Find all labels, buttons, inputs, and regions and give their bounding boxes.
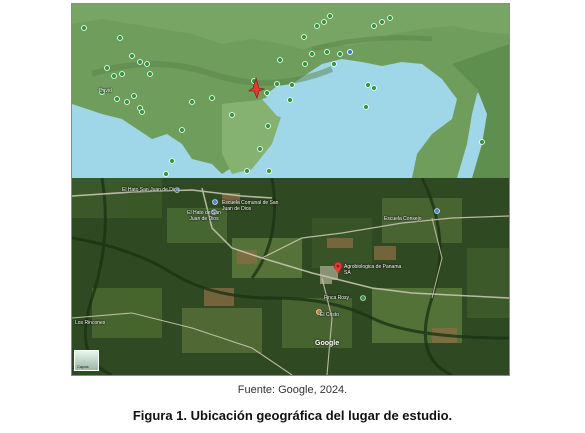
label-farm: Agrobiologica de Panama SA	[344, 264, 402, 276]
satellite-map[interactable]: El Hato San Juan de Dios Escuela Comunal…	[72, 178, 509, 375]
figure-caption: Figura 1. Ubicación geográfica del lugar…	[132, 408, 453, 423]
label-el-hato-town: El Hato de San Juan de Dios	[187, 210, 221, 222]
panama-map[interactable]: David	[72, 4, 509, 178]
map-figure: David El Hato San Juan de Dios Escuela C…	[71, 3, 510, 376]
figure-source: Fuente: Google, 2024.	[237, 384, 348, 396]
city-label-david: David	[99, 88, 112, 94]
label-escuela-right: Escuela Consejo	[384, 216, 422, 222]
google-attribution: Google	[315, 340, 340, 347]
label-el-cristo: El Cristo	[320, 312, 339, 318]
layers-thumbnail[interactable]: Capas	[74, 350, 99, 371]
layers-label: Capas	[77, 364, 89, 369]
label-school: Escuela Comunal de San Juan de Dios	[222, 200, 279, 212]
label-los-rincones: Los Rincones	[75, 320, 106, 326]
label-finca: Finca Rosy	[324, 295, 350, 301]
label-el-hato-road: El Hato San Juan de Dios	[122, 187, 180, 193]
